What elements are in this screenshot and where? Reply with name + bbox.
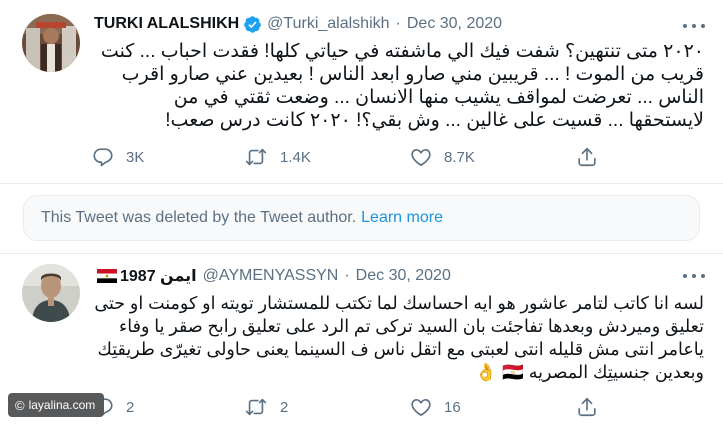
like-count: 8.7K — [444, 148, 475, 166]
tweet-actions: 2 2 16 — [92, 394, 612, 420]
separator: · — [395, 15, 401, 32]
deleted-tweet-notice: This Tweet was deleted by the Tweet auth… — [23, 195, 700, 241]
avatar[interactable] — [22, 14, 80, 72]
like-button[interactable]: 16 — [410, 394, 461, 420]
handle[interactable]: @AYMENYASSYN — [203, 267, 339, 285]
tweet-turki[interactable]: TURKI ALALSHIKH @Turki_alalshikh · Dec 3… — [0, 0, 723, 184]
tweet-actions: 3K 1.4K 8.7K — [92, 144, 612, 170]
tweet-text: لسه انا كاتب لتامر عاشور هو ايه احساسك ل… — [94, 293, 704, 382]
retweet-icon — [244, 396, 268, 418]
retweet-button[interactable]: 1.4K — [244, 144, 311, 170]
like-button[interactable]: 8.7K — [410, 144, 475, 170]
more-icon[interactable] — [683, 268, 705, 284]
watermark-badge: © layalina.com — [8, 393, 105, 417]
retweet-button[interactable]: 2 — [244, 394, 288, 420]
tweet-header: ايمن 1987 @AYMENYASSYN · Dec 30, 2020 — [94, 264, 451, 288]
heart-icon — [410, 396, 432, 418]
reply-count: 3K — [126, 148, 145, 166]
separator: · — [344, 267, 350, 284]
reply-count: 2 — [126, 398, 135, 416]
retweet-count: 1.4K — [280, 148, 311, 166]
share-button[interactable] — [576, 144, 598, 170]
share-icon — [576, 146, 598, 168]
like-count: 16 — [444, 398, 461, 416]
heart-icon — [410, 146, 432, 168]
display-name[interactable]: ايمن 1987 — [120, 266, 197, 286]
display-name[interactable]: TURKI ALALSHIKH — [94, 15, 239, 33]
handle[interactable]: @Turki_alalshikh — [267, 15, 389, 33]
retweet-icon — [244, 146, 268, 168]
tweet-header: TURKI ALALSHIKH @Turki_alalshikh · Dec 3… — [94, 12, 502, 36]
tweet-text: ٢٠٢٠ متى تنتهين؟ شفت فيك الي ماشفته في ح… — [100, 41, 704, 131]
copyright-icon: © — [15, 397, 25, 413]
tweet-date[interactable]: Dec 30, 2020 — [407, 15, 502, 33]
deleted-notice-text: This Tweet was deleted by the Tweet auth… — [41, 209, 357, 226]
avatar[interactable] — [22, 264, 80, 322]
tweet-date[interactable]: Dec 30, 2020 — [356, 267, 451, 285]
retweet-count: 2 — [280, 398, 289, 416]
reply-button[interactable]: 3K — [92, 144, 144, 170]
tweet-aymen[interactable]: ايمن 1987 @AYMENYASSYN · Dec 30, 2020 لس… — [0, 254, 723, 424]
egypt-flag-icon — [97, 269, 117, 283]
share-button[interactable] — [576, 394, 598, 420]
verified-badge-icon — [243, 15, 262, 34]
share-icon — [576, 396, 598, 418]
watermark-text: layalina.com — [28, 398, 96, 412]
more-icon[interactable] — [683, 18, 705, 34]
reply-icon — [92, 146, 114, 168]
learn-more-link[interactable]: Learn more — [361, 209, 443, 227]
